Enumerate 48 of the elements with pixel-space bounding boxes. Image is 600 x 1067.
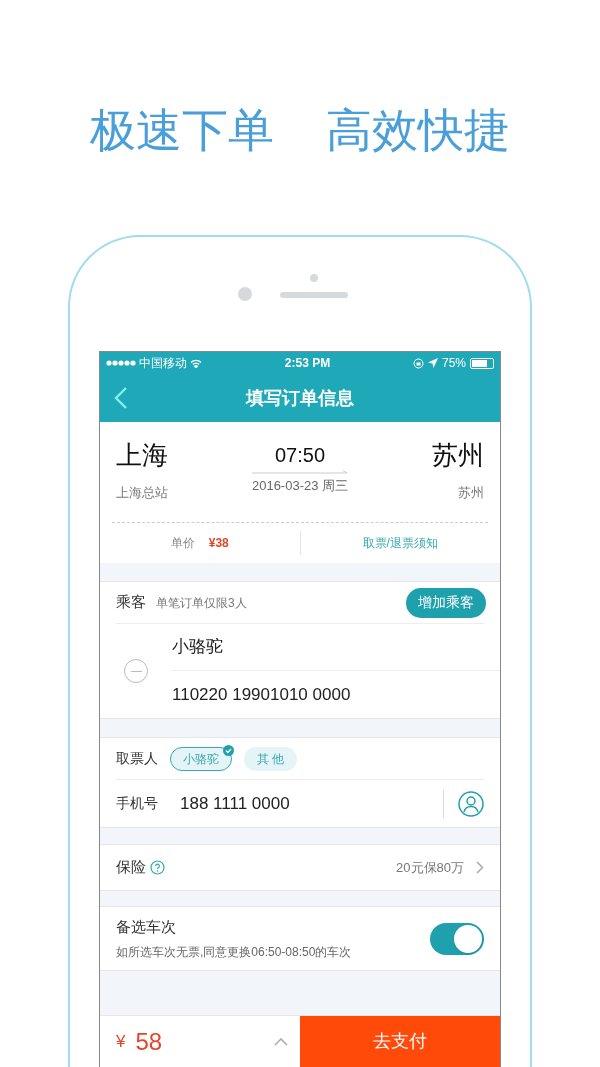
- carrier-text: 中国移动: [139, 355, 187, 372]
- camera-icon: [238, 287, 252, 301]
- currency-symbol: ¥: [116, 1030, 126, 1053]
- insurance-label: 保险: [116, 857, 146, 878]
- arrival-city: 苏州: [432, 439, 484, 472]
- passenger-name: 小骆驼: [172, 636, 223, 659]
- location-icon: [427, 358, 438, 368]
- passenger-id-number: 110220 19901010 0000: [172, 683, 351, 706]
- phone-label: 手机号: [116, 794, 159, 813]
- battery-text: 75%: [441, 355, 466, 372]
- pickup-option[interactable]: 其 他: [244, 746, 298, 771]
- departure-station: 上海总站: [116, 484, 168, 502]
- contact-picker-icon[interactable]: [458, 790, 484, 817]
- passenger-label: 乘客: [116, 592, 146, 613]
- passenger-limit-note: 单笔订单仅限3人: [156, 594, 247, 612]
- insurance-row[interactable]: 保险 20元保80万: [100, 844, 500, 891]
- pay-button[interactable]: 去支付: [300, 1016, 500, 1067]
- clock-text: 2:53 PM: [284, 355, 331, 372]
- backup-toggle[interactable]: [430, 922, 484, 955]
- rotation-lock-icon: [412, 357, 424, 369]
- backup-description: 如所选车次无票,同意更换06:50-08:50的车次: [116, 944, 352, 962]
- chevron-right-icon: [476, 861, 484, 874]
- headline-text: 极速下单: [90, 107, 274, 153]
- departure-date: 2016-03-23 周三: [251, 477, 349, 495]
- page-title: 填写订单信息: [246, 386, 354, 410]
- total-price: 58: [135, 1026, 163, 1057]
- add-passenger-button[interactable]: 增加乘客: [406, 587, 486, 618]
- pickup-label: 取票人: [116, 749, 158, 768]
- check-icon: [223, 744, 234, 756]
- pickup-option[interactable]: 小骆驼: [170, 746, 232, 771]
- sensor-icon: [310, 274, 318, 282]
- wifi-icon: [190, 358, 202, 368]
- headline-text: 高效快捷: [326, 107, 510, 153]
- ticket-notice-link[interactable]: 取票/退票须知: [300, 534, 500, 552]
- unit-price: ¥38: [208, 535, 229, 552]
- back-button[interactable]: [114, 386, 128, 410]
- signal-icon: [106, 360, 136, 366]
- phone-number-field[interactable]: 188 1111 0000: [180, 790, 290, 817]
- arrival-station: 苏州: [458, 484, 484, 502]
- departure-time: 07:50: [274, 443, 326, 468]
- unit-price-label: 单价: [170, 535, 195, 552]
- speaker-icon: [280, 292, 348, 298]
- chevron-up-icon[interactable]: [274, 1037, 288, 1046]
- help-icon[interactable]: [150, 860, 165, 875]
- battery-icon: [470, 357, 494, 369]
- departure-city: 上海: [116, 439, 168, 472]
- insurance-value: 20元保80万: [396, 858, 464, 877]
- backup-title: 备选车次: [116, 916, 177, 937]
